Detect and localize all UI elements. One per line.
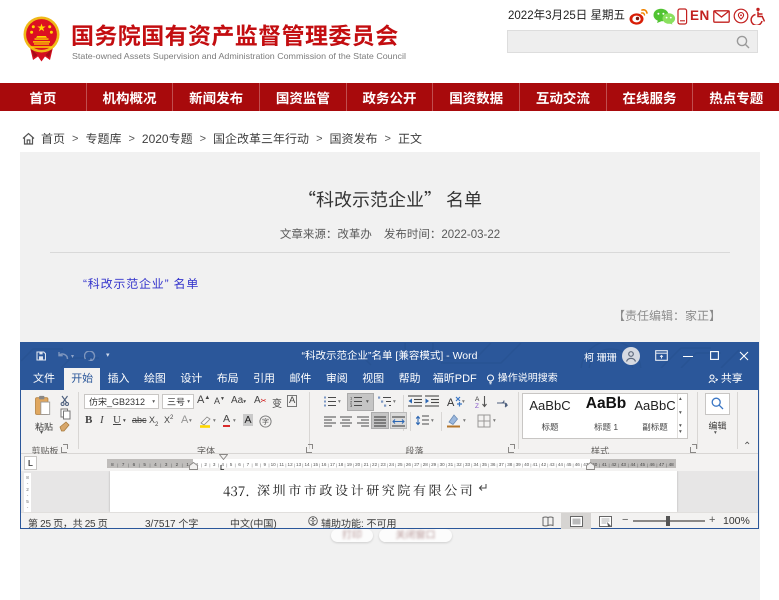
svg-text:11: 11 <box>279 462 284 467</box>
svg-text:21: 21 <box>364 462 370 467</box>
svg-text:8: 8 <box>111 462 114 467</box>
svg-text:44: 44 <box>630 462 636 467</box>
svg-text:43: 43 <box>549 462 555 467</box>
svg-text:32: 32 <box>457 462 463 467</box>
svg-text:Z: Z <box>475 403 479 408</box>
svg-text:-: - <box>27 493 29 498</box>
svg-text:19: 19 <box>347 462 353 467</box>
svg-text:35: 35 <box>482 462 488 467</box>
svg-text:41: 41 <box>533 462 539 467</box>
svg-text:A: A <box>447 397 455 408</box>
svg-text:25: 25 <box>397 462 403 467</box>
svg-text:39: 39 <box>516 462 522 467</box>
svg-text:4: 4 <box>154 462 157 467</box>
svg-text:45: 45 <box>640 462 646 467</box>
svg-text:14: 14 <box>304 462 310 467</box>
svg-text:13: 13 <box>296 462 302 467</box>
svg-text:44: 44 <box>558 462 564 467</box>
svg-text:43: 43 <box>621 462 627 467</box>
svg-text:26: 26 <box>406 462 412 467</box>
svg-text:29: 29 <box>431 462 437 467</box>
svg-text:A: A <box>475 396 480 403</box>
svg-text:7: 7 <box>122 462 125 467</box>
svg-text:17: 17 <box>330 462 336 467</box>
svg-text:3: 3 <box>213 462 216 467</box>
svg-text:23: 23 <box>381 462 387 467</box>
svg-text:34: 34 <box>473 462 479 467</box>
svg-text:字: 字 <box>262 417 269 427</box>
svg-text:12: 12 <box>288 462 294 467</box>
svg-text:15: 15 <box>313 462 319 467</box>
svg-text:5: 5 <box>26 499 29 504</box>
svg-text:-: - <box>27 505 29 510</box>
svg-text:48: 48 <box>669 462 675 467</box>
svg-text:10: 10 <box>271 462 277 467</box>
svg-text:46: 46 <box>575 462 581 467</box>
svg-text:22: 22 <box>372 462 378 467</box>
svg-text:31: 31 <box>448 462 454 467</box>
svg-text:3: 3 <box>165 462 168 467</box>
svg-text:20: 20 <box>355 462 361 467</box>
svg-text:8: 8 <box>26 475 29 480</box>
svg-text:37: 37 <box>499 462 505 467</box>
svg-text:9: 9 <box>264 462 267 467</box>
svg-text:6: 6 <box>238 462 241 467</box>
svg-text:46: 46 <box>650 462 656 467</box>
svg-text:42: 42 <box>611 462 617 467</box>
svg-text:30: 30 <box>440 462 446 467</box>
svg-text:36: 36 <box>490 462 496 467</box>
svg-text:7: 7 <box>247 462 250 467</box>
svg-text:-: - <box>27 481 29 486</box>
svg-text:2: 2 <box>176 462 179 467</box>
svg-text:40: 40 <box>524 462 530 467</box>
svg-text:45: 45 <box>566 462 572 467</box>
svg-text:3: 3 <box>350 403 353 407</box>
svg-text:5: 5 <box>143 462 146 467</box>
svg-text:5: 5 <box>230 462 233 467</box>
svg-text:38: 38 <box>507 462 513 467</box>
svg-text:27: 27 <box>414 462 420 467</box>
svg-text:41: 41 <box>602 462 608 467</box>
svg-text:18: 18 <box>338 462 344 467</box>
svg-text:42: 42 <box>541 462 547 467</box>
svg-text:47: 47 <box>659 462 665 467</box>
svg-text:2: 2 <box>204 462 207 467</box>
svg-text:16: 16 <box>321 462 327 467</box>
svg-text:2: 2 <box>26 487 29 492</box>
svg-text:24: 24 <box>389 462 395 467</box>
svg-text:33: 33 <box>465 462 471 467</box>
svg-text:8: 8 <box>255 462 258 467</box>
svg-text:28: 28 <box>423 462 429 467</box>
svg-text:6: 6 <box>133 462 136 467</box>
